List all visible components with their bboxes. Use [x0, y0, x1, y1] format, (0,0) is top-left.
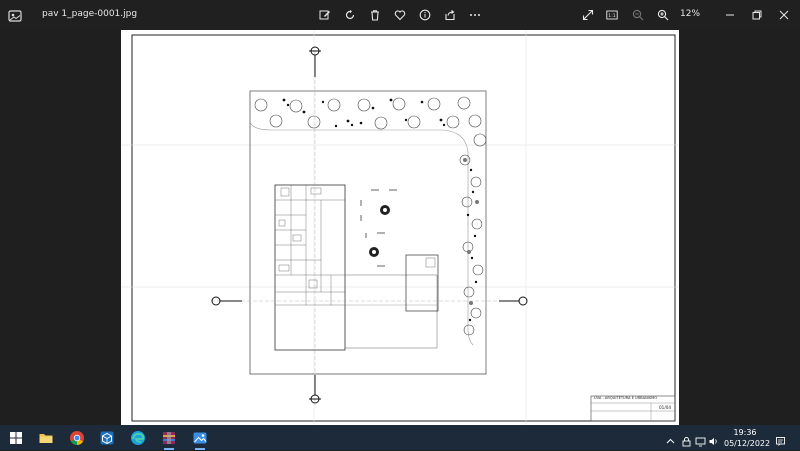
titleblock-sheet-number: 01/04 [659, 405, 672, 410]
image-viewer[interactable]: UVA - ARQUITETURA E URBANISMO 01/04 [0, 30, 800, 425]
edit-icon[interactable] [318, 8, 332, 22]
fullscreen-icon[interactable] [581, 8, 595, 22]
photos-icon[interactable] [191, 429, 209, 450]
section-marker-top [309, 46, 321, 77]
drawing-sheet: UVA - ARQUITETURA E URBANISMO 01/04 [121, 30, 679, 425]
close-icon[interactable] [777, 8, 791, 22]
share-icon[interactable] [443, 8, 457, 22]
zoom-in-icon[interactable] [656, 8, 670, 22]
rotate-icon[interactable] [343, 8, 357, 22]
edge-icon[interactable] [129, 429, 147, 447]
section-marker-right [499, 296, 528, 306]
tree-row-top [254, 96, 487, 147]
section-marker-left [211, 296, 242, 306]
zoom-out-icon[interactable] [631, 8, 645, 22]
volume-icon[interactable] [708, 432, 720, 445]
svg-text:1:1: 1:1 [608, 13, 615, 19]
benches [360, 189, 397, 267]
taskbar: 19:36 05/12/2022 [0, 425, 800, 450]
photos-window: pav 1_page-0001.jpg 1:1 12% UVA - ARQUIT… [0, 0, 800, 425]
file-explorer-icon[interactable] [37, 429, 55, 447]
actual-size-icon[interactable]: 1:1 [605, 8, 619, 22]
zoom-level: 12% [680, 9, 701, 19]
clock-date: 05/12/2022 [724, 439, 771, 448]
delete-icon[interactable] [368, 8, 382, 22]
section-marker-bottom [309, 375, 321, 404]
notifications-icon[interactable] [775, 432, 787, 446]
info-icon[interactable] [418, 8, 432, 22]
photos-app-icon [8, 8, 22, 22]
tree-row-right [459, 154, 484, 336]
system-clock[interactable]: 19:36 05/12/2022 [724, 427, 771, 449]
clock-time: 19:36 [733, 428, 757, 437]
file-name: pav 1_page-0001.jpg [42, 9, 138, 19]
chevron-up-icon[interactable] [665, 432, 677, 444]
chrome-icon[interactable] [68, 429, 86, 447]
start-icon[interactable] [7, 429, 25, 447]
sketchup-icon[interactable] [98, 429, 116, 447]
security-icon[interactable] [681, 432, 693, 447]
display-icon[interactable] [695, 432, 707, 447]
more-icon[interactable] [468, 8, 482, 22]
restore-icon[interactable] [750, 8, 764, 22]
minimize-icon[interactable] [723, 8, 737, 22]
site-plan-drawing [121, 30, 679, 425]
winrar-icon[interactable] [160, 429, 178, 450]
title-bar: pav 1_page-0001.jpg 1:1 12% [0, 0, 800, 30]
titleblock-institution: UVA - ARQUITETURA E URBANISMO [594, 396, 658, 400]
favorite-icon[interactable] [393, 8, 407, 22]
